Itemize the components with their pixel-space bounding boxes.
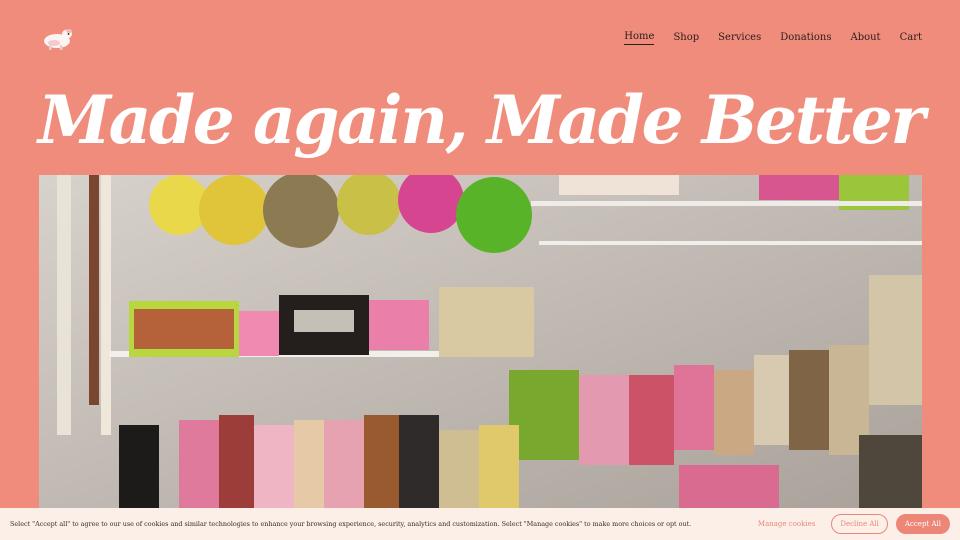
cookie-actions: Manage cookies Decline All Accept All — [758, 514, 950, 534]
nav-about[interactable]: About — [850, 32, 880, 45]
lamb-icon[interactable] — [40, 24, 76, 52]
nav-services[interactable]: Services — [718, 32, 761, 45]
nav-cart[interactable]: Cart — [900, 32, 922, 45]
nav-donations[interactable]: Donations — [780, 32, 831, 45]
decline-all-button[interactable]: Decline All — [831, 514, 888, 534]
nav-home[interactable]: Home — [624, 31, 655, 45]
nav-shop[interactable]: Shop — [673, 32, 699, 45]
main-nav: Home Shop Services Donations About Cart — [624, 31, 922, 45]
hero-title: Made again, Made Better — [38, 81, 925, 159]
cookie-banner: Select "Accept all" to agree to our use … — [0, 508, 960, 540]
manage-cookies-button[interactable]: Manage cookies — [758, 520, 815, 528]
cookie-text: Select "Accept all" to agree to our use … — [10, 520, 692, 528]
closet-handbags-photo — [39, 175, 922, 508]
site-header: Home Shop Services Donations About Cart — [0, 0, 960, 80]
accept-all-button[interactable]: Accept All — [895, 514, 950, 534]
